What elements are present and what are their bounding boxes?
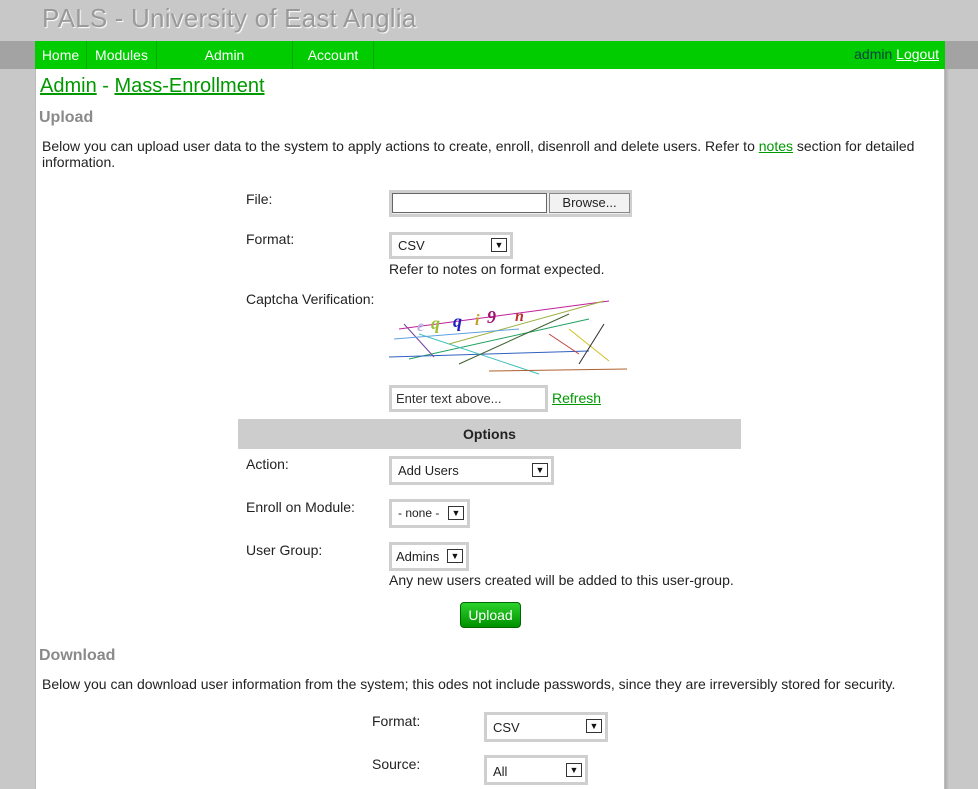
site-title: PALS - University of East Anglia xyxy=(42,3,417,33)
upload-heading: Upload xyxy=(39,109,94,126)
username: admin xyxy=(854,46,893,62)
action-label: Action: xyxy=(246,456,289,472)
content-shadow xyxy=(945,69,949,789)
upload-description: Below you can upload user data to the sy… xyxy=(42,138,932,170)
module-select-value: - none - xyxy=(398,506,440,520)
user-area: admin Logout xyxy=(854,41,939,67)
download-format-value: CSV xyxy=(493,720,520,735)
download-format-label: Format: xyxy=(372,713,421,729)
breadcrumb-separator: - xyxy=(96,75,115,97)
format-label: Format: xyxy=(246,231,295,247)
captcha-input[interactable]: Enter text above... xyxy=(389,385,548,412)
nav-modules[interactable]: Modules xyxy=(87,41,157,69)
chevron-down-icon: ▼ xyxy=(447,549,463,563)
download-heading: Download xyxy=(39,647,116,664)
file-label: File: xyxy=(246,191,273,207)
download-source-label: Source: xyxy=(372,756,421,772)
chevron-down-icon: ▼ xyxy=(586,719,602,733)
download-source-value: All xyxy=(493,764,508,779)
captcha-label: Captcha Verification: xyxy=(246,291,375,307)
captcha-image: e q q i 9 n xyxy=(389,300,628,375)
module-label: Enroll on Module: xyxy=(246,499,355,515)
options-header: Options xyxy=(238,419,741,449)
breadcrumb-admin[interactable]: Admin xyxy=(40,75,97,97)
download-description: Below you can download user information … xyxy=(42,676,896,692)
main-content: Admin - Mass-Enrollment Upload Below you… xyxy=(35,69,945,789)
captcha-char: i xyxy=(475,312,480,329)
action-select[interactable]: Add Users ▼ xyxy=(389,456,554,485)
upload-button[interactable]: Upload xyxy=(460,602,521,628)
breadcrumb: Admin - Mass-Enrollment xyxy=(40,75,265,98)
captcha-char: n xyxy=(515,308,524,325)
module-select[interactable]: - none - ▼ xyxy=(389,499,470,528)
chevron-down-icon: ▼ xyxy=(491,238,507,252)
notes-link[interactable]: notes xyxy=(759,138,793,154)
format-select-value: CSV xyxy=(398,238,425,253)
download-format-select[interactable]: CSV ▼ xyxy=(484,712,608,742)
top-nav: Home Modules Admin Account admin Logout xyxy=(35,41,945,69)
group-hint: Any new users created will be added to t… xyxy=(389,572,734,588)
captcha-char: e xyxy=(417,318,424,335)
file-picker: Browse... xyxy=(389,190,632,217)
group-select[interactable]: Admins ▼ xyxy=(389,542,469,571)
captcha-char: 9 xyxy=(487,307,496,327)
group-label: User Group: xyxy=(246,542,323,558)
captcha-refresh-link[interactable]: Refresh xyxy=(552,390,601,406)
browse-button[interactable]: Browse... xyxy=(549,193,630,213)
file-input[interactable] xyxy=(392,193,547,213)
logout-link[interactable]: Logout xyxy=(896,46,939,62)
nav-admin[interactable]: Admin xyxy=(157,41,293,69)
captcha-char: q xyxy=(431,313,440,333)
download-source-select[interactable]: All ▼ xyxy=(484,755,588,785)
breadcrumb-mass-enrollment[interactable]: Mass-Enrollment xyxy=(114,75,264,97)
group-select-value: Admins xyxy=(396,549,440,564)
nav-home[interactable]: Home xyxy=(35,41,87,69)
format-hint: Refer to notes on format expected. xyxy=(389,261,605,277)
format-select[interactable]: CSV ▼ xyxy=(389,232,513,259)
chevron-down-icon: ▼ xyxy=(448,506,464,520)
action-select-value: Add Users xyxy=(398,463,459,478)
chevron-down-icon: ▼ xyxy=(532,463,548,477)
nav-account[interactable]: Account xyxy=(293,41,374,69)
upload-desc-text: Below you can upload user data to the sy… xyxy=(42,138,759,154)
captcha-char: q xyxy=(453,311,462,331)
chevron-down-icon: ▼ xyxy=(566,763,582,777)
